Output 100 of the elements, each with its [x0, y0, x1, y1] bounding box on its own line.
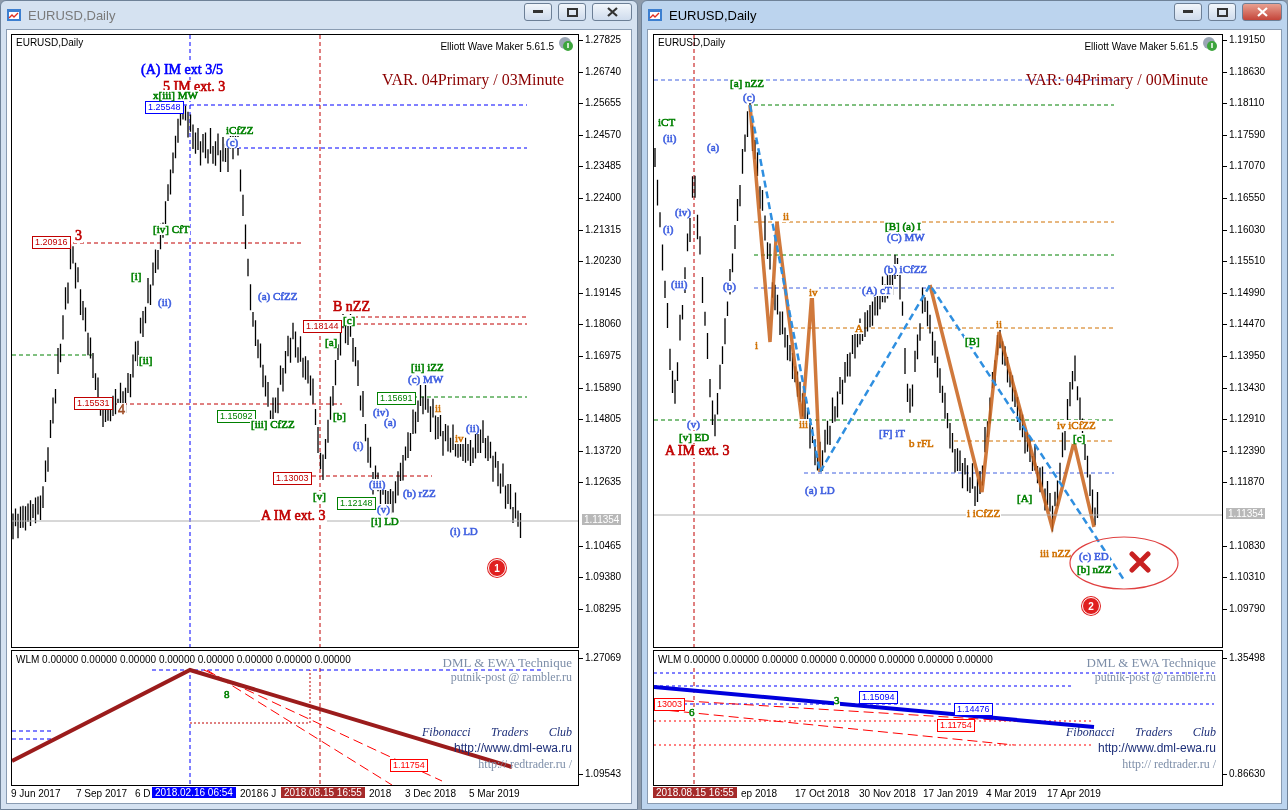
wave-label: (iii)	[670, 279, 689, 290]
wave-label: (ii)	[157, 297, 173, 308]
price-axis-label: 1.13950	[1223, 350, 1266, 361]
wave-label: (A) cT	[861, 285, 893, 296]
maximize-button[interactable]	[558, 3, 586, 21]
credit-text: Fibonacci Traders Club	[422, 725, 572, 740]
date-label: 4 Mar 2019	[986, 788, 1037, 799]
wave-label: [b] nZZ	[1076, 564, 1113, 575]
date-label: 5 Mar 2019	[469, 788, 520, 799]
price-axis-label: 1.19145	[579, 286, 622, 298]
wave-label: (iv)	[674, 207, 692, 218]
price-axis-label: 1.09543	[579, 768, 622, 779]
wave-label: [A]	[1016, 493, 1034, 504]
wave-label: (A) IM ext 3/5	[140, 63, 225, 77]
minimize-button[interactable]	[524, 3, 552, 21]
chart-symbol: EURUSD,Daily	[16, 37, 84, 48]
wave-label: [ii]	[138, 355, 154, 366]
wave-label: x[iii] MW	[152, 90, 199, 101]
wave-label: iCT	[657, 117, 677, 128]
price-axis-label: 1.15890	[579, 381, 622, 393]
wave-label: [iv] CfT	[152, 224, 191, 235]
price-axis-label: 1.16550	[1223, 192, 1266, 203]
cursor-time-tag: 2018.08.15 16:55	[281, 787, 365, 798]
price-axis-label: 1.12910	[1223, 413, 1266, 425]
price-axis-label: 1.21315	[579, 223, 622, 235]
wave-label: ii	[782, 211, 791, 222]
price-tag: 1.12148	[337, 497, 376, 510]
price-tag: 1.15094	[859, 691, 898, 704]
wave-label: (i)	[662, 224, 675, 235]
close-button[interactable]	[592, 3, 632, 21]
wave-label: iv iCfZZ	[1056, 420, 1097, 431]
date-label: 30 Nov 2018	[859, 788, 916, 799]
credit-text: http://www.dml-ewa.ru	[452, 741, 572, 756]
minimize-button[interactable]	[1174, 3, 1202, 21]
wave-label: [v] ED	[678, 432, 711, 443]
variant-caption: VAR. 04Primary / 03Minute	[382, 71, 564, 89]
app-icon	[647, 8, 663, 22]
wave-label: (iv)	[372, 407, 390, 418]
price-axis-label: 1.12635	[579, 476, 622, 488]
wave-label: (ii)	[662, 133, 678, 144]
maximize-button[interactable]	[1208, 3, 1236, 21]
date-label: 6 J	[263, 788, 277, 799]
wave-label: [B]	[964, 336, 981, 347]
wave-label: (b) iCfZZ	[883, 264, 929, 275]
price-tag: 1.15531	[74, 397, 113, 410]
wave-label: i	[754, 340, 760, 351]
wave-label: [a] nZZ	[729, 78, 765, 89]
price-axis-label: 1.24570	[579, 128, 622, 140]
number-badge: 1	[488, 559, 506, 577]
wave-label: [ii] iZZ	[410, 362, 445, 373]
cursor-time-tag: 2018.02.16 06:54	[152, 787, 236, 798]
wave-label: (iii)	[368, 479, 387, 490]
price-axis-label: 1.19150	[1223, 34, 1266, 45]
price-axis-label: 1.17070	[1223, 160, 1266, 172]
date-label: 3 Dec 2018	[405, 788, 457, 799]
maximize-icon	[566, 7, 578, 17]
credit-text: Fibonacci Traders Club	[1066, 725, 1216, 740]
price-axis-label: 1.15510	[1223, 255, 1266, 267]
price-axis-label: 1.14990	[1223, 286, 1266, 298]
date-label: 7 Sep 2017	[76, 788, 128, 799]
credit-text: http:// redtrader.ru /	[1121, 757, 1216, 772]
price-axis-label: 1.18060	[579, 318, 622, 330]
date-label: 2018	[240, 788, 263, 799]
price-axis-label: 1.10830	[1223, 539, 1266, 551]
price-axis-label: 1.18630	[1223, 65, 1266, 77]
wave-label: [b]	[332, 411, 347, 422]
current-price-tag: 1.11354	[582, 513, 622, 525]
indicator-readout: WLM 0.00000 0.00000 0.00000 0.00000 0.00000 0.00000 0.00000 0.00000	[16, 654, 351, 665]
cross-icon	[1129, 551, 1151, 573]
number-badge: 2	[1082, 597, 1100, 615]
credit-text: putnik-post @ rambler.ru	[449, 670, 572, 685]
price-axis-label: 1.22400	[579, 192, 622, 203]
price-axis-label: 1.08295	[579, 602, 622, 614]
wave-label: (ii)	[465, 423, 481, 434]
wave-label: [i] LD	[370, 516, 400, 527]
app-icon	[6, 8, 22, 22]
wave-label: (v)	[376, 504, 391, 515]
wave-label: [c]	[1072, 433, 1087, 444]
price-axis-label: 1.13430	[1223, 381, 1266, 393]
wave-label: (b) rZZ	[402, 488, 437, 499]
window-title: EURUSD,Daily	[669, 7, 758, 23]
wave-label: 3	[74, 229, 83, 243]
credit-text: putnik-post @ rambler.ru	[1093, 670, 1216, 685]
cursor-time-tag: 2018.08.15 16:55	[653, 787, 737, 798]
price-axis-label: 1.16030	[1223, 223, 1266, 235]
price-tag: 1.11754	[937, 719, 975, 732]
wave-label: (c) MW	[407, 374, 445, 385]
chart-symbol: EURUSD,Daily	[658, 37, 726, 48]
wave-label: [c]	[342, 315, 357, 326]
price-tag: 1.20916	[32, 236, 71, 249]
wave-label: iv	[454, 433, 465, 444]
price-tag: 1.11754	[390, 759, 428, 772]
wave-label: [F] iT	[878, 428, 906, 439]
credit-text: http://www.dml-ewa.ru	[1096, 741, 1216, 756]
minimize-icon	[1183, 10, 1193, 14]
wave-label: 6	[689, 707, 695, 718]
variant-caption: VAR: 04Primary / 00Minute	[1025, 71, 1208, 89]
current-price-tag: 1.11354	[1226, 507, 1266, 519]
minimize-icon	[533, 10, 543, 14]
wave-label: (i) LD	[449, 526, 479, 537]
